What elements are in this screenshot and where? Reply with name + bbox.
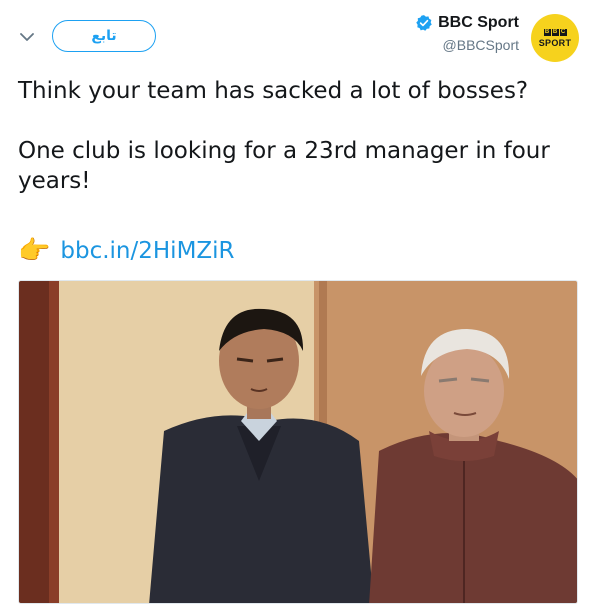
tweet-line-1: Think your team has sacked a lot of boss…	[18, 78, 529, 104]
display-name[interactable]: BBC Sport	[438, 14, 519, 32]
tweet-card: تابع BBC Sport @BBCSport B B C SPORT Thi…	[0, 0, 597, 614]
tweet-photo[interactable]	[18, 280, 578, 604]
bbc-block-b1: B	[543, 28, 551, 36]
verified-badge-icon	[415, 14, 433, 32]
bbc-block-c: C	[559, 28, 567, 36]
tweet-text: Think your team has sacked a lot of boss…	[18, 76, 577, 196]
tweet-line-2: One club is looking for a 23rd manager i…	[18, 138, 550, 194]
account-info[interactable]: BBC Sport @BBCSport	[415, 14, 519, 53]
photo-illustration	[19, 281, 577, 603]
user-handle[interactable]: @BBCSport	[415, 37, 519, 53]
tweet-link[interactable]: bbc.in/2HiMZiR	[60, 238, 234, 264]
tweet-header: تابع BBC Sport @BBCSport B B C SPORT	[0, 0, 597, 70]
follow-button[interactable]: تابع	[52, 20, 156, 52]
bbc-logo-blocks: B B C	[543, 28, 567, 36]
bbc-block-b2: B	[551, 28, 559, 36]
avatar-sport-word: SPORT	[538, 37, 572, 48]
pointing-hand-icon: 👉	[18, 236, 51, 266]
avatar[interactable]: B B C SPORT	[531, 14, 579, 62]
link-row: 👉 bbc.in/2HiMZiR	[18, 236, 235, 266]
chevron-down-icon[interactable]	[16, 26, 38, 48]
